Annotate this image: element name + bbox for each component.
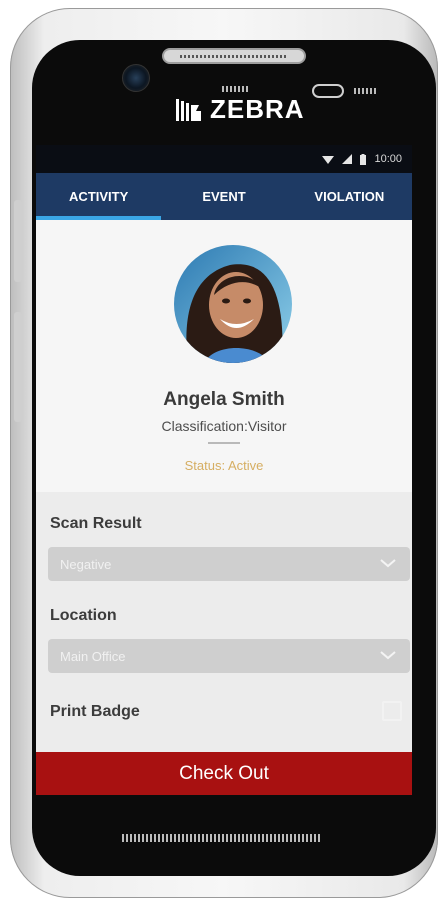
tab-bar: ACTIVITY EVENT VIOLATION bbox=[36, 173, 412, 220]
tab-activity[interactable]: ACTIVITY bbox=[36, 173, 162, 220]
location-select[interactable]: Main Office bbox=[48, 639, 410, 673]
zebra-logo-icon bbox=[176, 98, 201, 121]
speaker-grille bbox=[222, 86, 248, 92]
location-label: Location bbox=[50, 607, 117, 624]
tab-violation[interactable]: VIOLATION bbox=[287, 173, 412, 220]
brand-name: ZEBRA bbox=[210, 94, 305, 124]
check-out-button[interactable]: Check Out bbox=[36, 752, 412, 795]
front-camera bbox=[122, 64, 150, 92]
status-bar: 10:00 bbox=[36, 145, 412, 173]
app-screen: 10:00 ACTIVITY EVENT VIOLATION Angela Sm… bbox=[36, 145, 412, 795]
earpiece-speaker bbox=[162, 48, 306, 64]
status-badge: Status: Active bbox=[184, 458, 264, 473]
signal-icon bbox=[342, 154, 353, 164]
location-value: Main Office bbox=[60, 649, 126, 664]
battery-icon bbox=[360, 153, 367, 165]
divider bbox=[208, 442, 240, 444]
chevron-down-icon bbox=[380, 651, 396, 660]
proximity-sensor bbox=[312, 84, 344, 98]
print-badge-label: Print Badge bbox=[50, 703, 140, 720]
person-name: Angela Smith bbox=[163, 389, 285, 410]
scan-result-label: Scan Result bbox=[50, 515, 142, 532]
chevron-down-icon bbox=[380, 559, 396, 568]
speaker-grille bbox=[354, 88, 378, 94]
tab-event[interactable]: EVENT bbox=[161, 173, 286, 220]
side-button bbox=[14, 312, 22, 422]
brand-logo: ZEBRA bbox=[174, 94, 305, 125]
scan-result-value: Negative bbox=[60, 557, 112, 572]
scan-result-select[interactable]: Negative bbox=[48, 547, 410, 581]
status-time: 10:00 bbox=[374, 153, 402, 165]
avatar bbox=[174, 245, 292, 363]
print-badge-checkbox[interactable] bbox=[382, 701, 402, 721]
person-classification: Classification:Visitor bbox=[161, 418, 287, 434]
bottom-speaker-grille bbox=[122, 834, 322, 842]
wifi-icon bbox=[322, 156, 335, 164]
side-button bbox=[14, 200, 22, 282]
profile-card: Angela Smith Classification:Visitor Stat… bbox=[36, 220, 412, 492]
